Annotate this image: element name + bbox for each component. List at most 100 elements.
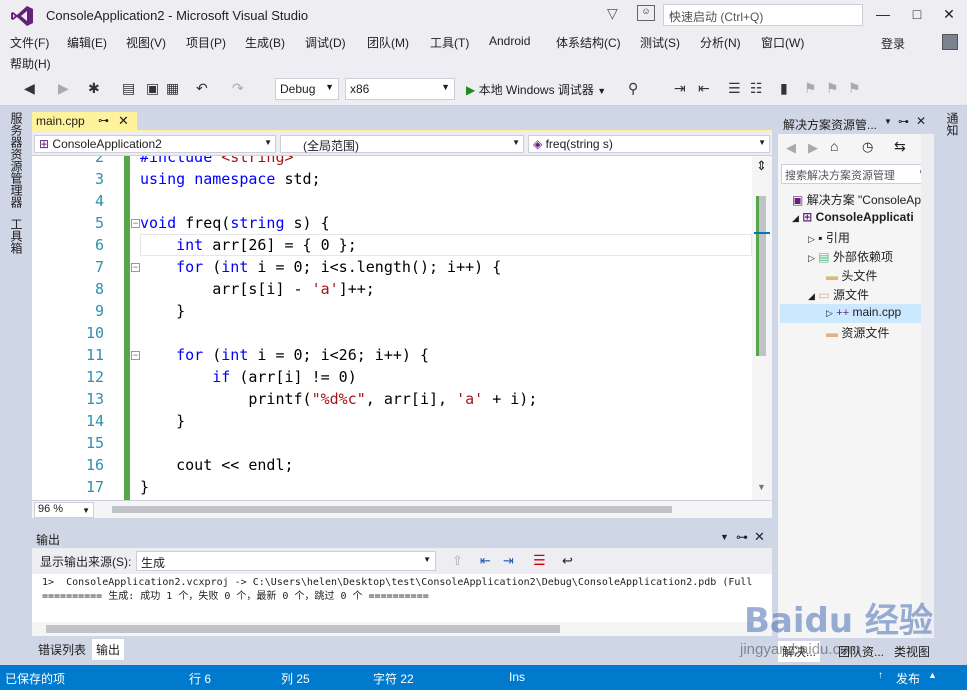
code-line[interactable]: } — [140, 410, 185, 432]
previous-message-icon[interactable]: ⇤ — [480, 553, 491, 569]
code-line[interactable]: for (int i = 0; i<s.length(); i++) { — [140, 256, 501, 278]
member-combo[interactable]: ◈ freq(string s) ▼ — [528, 135, 770, 153]
prev-bookmark-icon[interactable]: ⚑ — [804, 80, 817, 97]
code-line[interactable]: int arr[26] = { 0 }; — [140, 234, 357, 256]
back-icon[interactable]: ◀ — [786, 140, 796, 156]
tree-resource-files[interactable]: ▬ 资源文件 — [826, 324, 889, 341]
tree-project[interactable]: ◢ ⊞ ConsoleApplicati — [792, 210, 914, 224]
find-message-icon[interactable]: ⇧ — [452, 553, 463, 569]
menu-android[interactable]: Android — [489, 34, 530, 48]
menu-tools[interactable]: 工具(T) — [430, 34, 469, 51]
code-line[interactable]: } — [140, 476, 149, 498]
history-icon[interactable]: ◷ — [862, 139, 873, 155]
code-line[interactable]: } — [140, 300, 185, 322]
tree-main-cpp[interactable]: ▷ ++ main.cpp — [826, 305, 901, 319]
menu-help[interactable]: 帮助(H) — [10, 55, 51, 72]
next-message-icon[interactable]: ⇥ — [503, 553, 514, 569]
menu-debug[interactable]: 调试(D) — [305, 34, 346, 51]
sign-in-link[interactable]: 登录 — [881, 35, 905, 52]
notification-filter-icon[interactable]: ▽ — [607, 5, 618, 22]
dropdown-icon[interactable]: ▼ — [884, 117, 892, 126]
pin-icon[interactable]: ⊶ — [898, 115, 909, 128]
feedback-icon[interactable]: ☺ — [637, 5, 655, 21]
collapse-region-icon[interactable]: − — [131, 219, 140, 228]
tab-output[interactable]: 输出 — [92, 639, 125, 660]
collapse-region-icon[interactable]: − — [131, 351, 140, 360]
navigate-forward-icon[interactable]: ▶ — [58, 80, 69, 97]
uncomment-icon[interactable]: ☷ — [750, 80, 763, 97]
project-combo[interactable]: ⊞ ConsoleApplication2 ▼ — [34, 135, 276, 153]
clear-bookmarks-icon[interactable]: ⚑ — [848, 80, 861, 97]
code-line[interactable]: cout << endl; — [140, 454, 293, 476]
close-panel-icon[interactable]: ✕ — [754, 529, 765, 545]
menu-analyze[interactable]: 分析(N) — [700, 34, 741, 51]
tree-source-files[interactable]: ◢ ▭ 源文件 — [808, 286, 869, 303]
solution-vertical-scrollbar[interactable] — [921, 134, 934, 638]
close-panel-icon[interactable]: ✕ — [916, 114, 926, 128]
new-project-icon[interactable]: ✱ — [88, 80, 100, 97]
comment-icon[interactable]: ☰ — [728, 80, 741, 97]
minimize-button[interactable]: — — [868, 2, 898, 26]
close-tab-icon[interactable]: ✕ — [118, 113, 129, 129]
zoom-select[interactable]: 96 % ▼ — [34, 502, 94, 518]
pin-icon[interactable]: ⊶ — [98, 114, 109, 127]
editor-vertical-scrollbar[interactable]: ⇕ ▼ — [752, 156, 772, 500]
tree-solution[interactable]: ▣ 解决方案 "ConsoleAp — [792, 191, 921, 208]
code-line[interactable]: if (arr[i] != 0) — [140, 366, 357, 388]
solution-search-input[interactable]: 搜索解决方案资源管理 ⚲ — [781, 164, 931, 184]
split-editor-icon[interactable]: ⇕ — [756, 158, 767, 174]
document-tab-main-cpp[interactable]: main.cpp ⊶ ✕ — [32, 112, 137, 132]
account-avatar-icon[interactable] — [942, 34, 958, 50]
close-button[interactable]: ✕ — [934, 2, 964, 26]
toolbox-tab[interactable]: 工具箱 — [8, 218, 25, 254]
tree-external-deps[interactable]: ▷ ▤ 外部依赖项 — [808, 248, 893, 265]
code-line[interactable]: void freq(string s) { — [140, 212, 330, 234]
quick-launch-input[interactable]: 快速启动 (Ctrl+Q) ⌕ — [663, 4, 863, 26]
collapse-region-icon[interactable]: − — [131, 263, 140, 272]
step-into-icon[interactable]: ⇥ — [674, 80, 686, 97]
dropdown-icon[interactable]: ▼ — [720, 532, 729, 542]
menu-build[interactable]: 生成(B) — [245, 34, 285, 51]
scroll-thumb[interactable] — [758, 196, 766, 356]
code-line[interactable]: using namespace std; — [140, 168, 321, 190]
tree-references[interactable]: ▷ ▪ 引用 — [808, 229, 850, 246]
menu-edit[interactable]: 编辑(E) — [67, 34, 107, 51]
menu-view[interactable]: 视图(V) — [126, 34, 166, 51]
menu-test[interactable]: 测试(S) — [640, 34, 680, 51]
find-icon[interactable]: ⚲ — [628, 80, 638, 97]
solution-platform-select[interactable]: x86 ▼ — [345, 78, 455, 100]
sync-icon[interactable]: ⇆ — [894, 138, 906, 155]
maximize-button[interactable]: □ — [902, 2, 932, 26]
save-all-icon[interactable]: ▦ — [166, 80, 179, 97]
navigate-back-icon[interactable]: ◀ — [24, 80, 35, 97]
output-horizontal-scrollbar[interactable] — [32, 622, 772, 636]
server-explorer-tab[interactable]: 服务器资源管理器 — [8, 112, 25, 208]
editor-horizontal-scrollbar[interactable] — [112, 506, 672, 513]
code-line[interactable]: #include <string> — [140, 156, 294, 168]
solution-configuration-select[interactable]: Debug ▼ — [275, 78, 339, 100]
code-editor[interactable]: 2 #include <string> 3 using namespace std; 4… — [32, 156, 772, 500]
publish-button[interactable]: 发布 — [896, 670, 920, 687]
code-line[interactable]: printf("%d%c", arr[i], 'a' + i); — [140, 388, 537, 410]
menu-architecture[interactable]: 体系结构(C) — [556, 34, 621, 51]
open-file-icon[interactable]: ▤ — [122, 80, 135, 97]
toggle-word-wrap-icon[interactable]: ↩ — [562, 553, 573, 569]
tab-error-list[interactable]: 错误列表 — [34, 639, 90, 660]
publish-arrow-icon[interactable]: ↑ — [878, 670, 883, 681]
undo-icon[interactable]: ↶ — [196, 80, 208, 97]
bookmark-icon[interactable]: ▮ — [780, 80, 788, 97]
scroll-down-icon[interactable]: ▼ — [757, 482, 766, 492]
code-line[interactable]: for (int i = 0; i<26; i++) { — [140, 344, 429, 366]
forward-icon[interactable]: ▶ — [808, 140, 818, 156]
menu-file[interactable]: 文件(F) — [10, 34, 49, 51]
clear-all-icon[interactable]: ☰ — [533, 552, 546, 569]
menu-team[interactable]: 团队(M) — [367, 34, 409, 51]
menu-window[interactable]: 窗口(W) — [761, 34, 804, 51]
output-source-select[interactable]: 生成 ▼ — [136, 551, 436, 571]
step-over-icon[interactable]: ⇤ — [698, 80, 710, 97]
start-debugging-button[interactable]: ▶ 本地 Windows 调试器 ▼ — [466, 81, 606, 98]
next-bookmark-icon[interactable]: ⚑ — [826, 80, 839, 97]
save-icon[interactable]: ▣ — [146, 80, 159, 97]
menu-project[interactable]: 项目(P) — [186, 34, 226, 51]
code-line[interactable]: arr[s[i] - 'a']++; — [140, 278, 375, 300]
